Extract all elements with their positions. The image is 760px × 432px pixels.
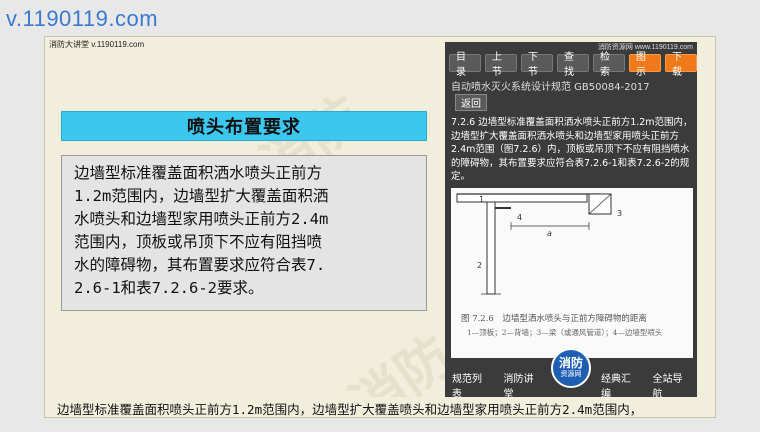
slide-body: 边墙型标准覆盖面积洒水喷头正前方 1.2m范围内，边墙型扩大覆盖面积洒 水喷头和… [61,155,427,311]
subtitle-caption: 边墙型标准覆盖面积喷头正前方1.2m范围内，边墙型扩大覆盖喷头和边墙型家用喷头正… [45,397,715,417]
nav-site-map[interactable]: 全站导航 [646,370,698,400]
figure-7-2-6: 1 2 3 4 a 图 7.2.6 边墙型洒水喷头与正前方障碍物的距离 1—顶板… [451,188,693,358]
phone-toolbar: 目录 上节 下节 查找 检索 图示 下载 [449,52,697,78]
prev-section-button[interactable]: 上节 [485,52,517,78]
label-4: 4 [517,213,522,222]
figure-caption: 图 7.2.6 边墙型洒水喷头与正前方障碍物的距离 [461,314,647,324]
back-wall [486,201,496,295]
next-section-button[interactable]: 下节 [521,52,553,78]
slide-title: 喷头布置要求 [61,111,427,141]
phone-app-panel: 消防资源网 www.1190119.com 目录 上节 下节 查找 检索 图示 … [445,42,698,400]
document-title: 自动喷水灭火系统设计规范 GB50084-2017 [451,82,650,93]
label-a: a [547,229,552,238]
illustration-button[interactable]: 图示 [629,52,661,78]
nav-classics[interactable]: 经典汇编 [594,370,646,400]
logo-line-2: 资源网 [560,370,582,378]
contents-button[interactable]: 目录 [449,52,481,78]
site-url: v.1190119.com [6,6,159,31]
body-line: 水喷头和边墙型家用喷头正前方2.4m [74,210,329,228]
body-line: 水的障碍物，其布置要求应符合表7. [74,256,326,274]
label-3: 3 [617,209,622,218]
figure-legend: 1—顶板；2—背墙；3—梁（或通风管道）；4—边墙型喷头 [467,328,663,337]
body-line: 边墙型标准覆盖面积洒水喷头正前方 [74,164,323,182]
search-button[interactable]: 检索 [593,52,625,78]
nav-lectures[interactable]: 消防讲堂 [497,370,549,400]
body-line: 1.2m范围内，边墙型扩大覆盖面积洒 [74,187,329,205]
find-button[interactable]: 查找 [557,52,589,78]
download-button[interactable]: 下载 [665,52,697,78]
body-line: 范围内，顶板或吊顶下不应有阻挡喷 [74,233,323,251]
slide-watermark: 消防大讲堂 v.1190119.com [49,40,145,49]
slide: 消防大讲堂 v.1190119.com 消防 消防 喷头布置要求 边墙型标准覆盖… [44,36,716,418]
label-1: 1 [479,195,484,204]
label-2: 2 [477,261,482,270]
brand-logo[interactable]: 消防 资源网 [551,348,591,388]
clause-text: 7.2.6 边墙型标准覆盖面积洒水喷头正前方1.2m范围内，边墙型扩大覆盖面积洒… [451,117,693,182]
nav-spec-list[interactable]: 规范列表 [445,370,497,400]
ceiling-slab [456,193,588,203]
body-line: 2.6-1和表7.2.6-2要求。 [74,279,264,297]
back-button[interactable]: 返回 [455,94,487,111]
logo-line-1: 消防 [558,356,583,370]
